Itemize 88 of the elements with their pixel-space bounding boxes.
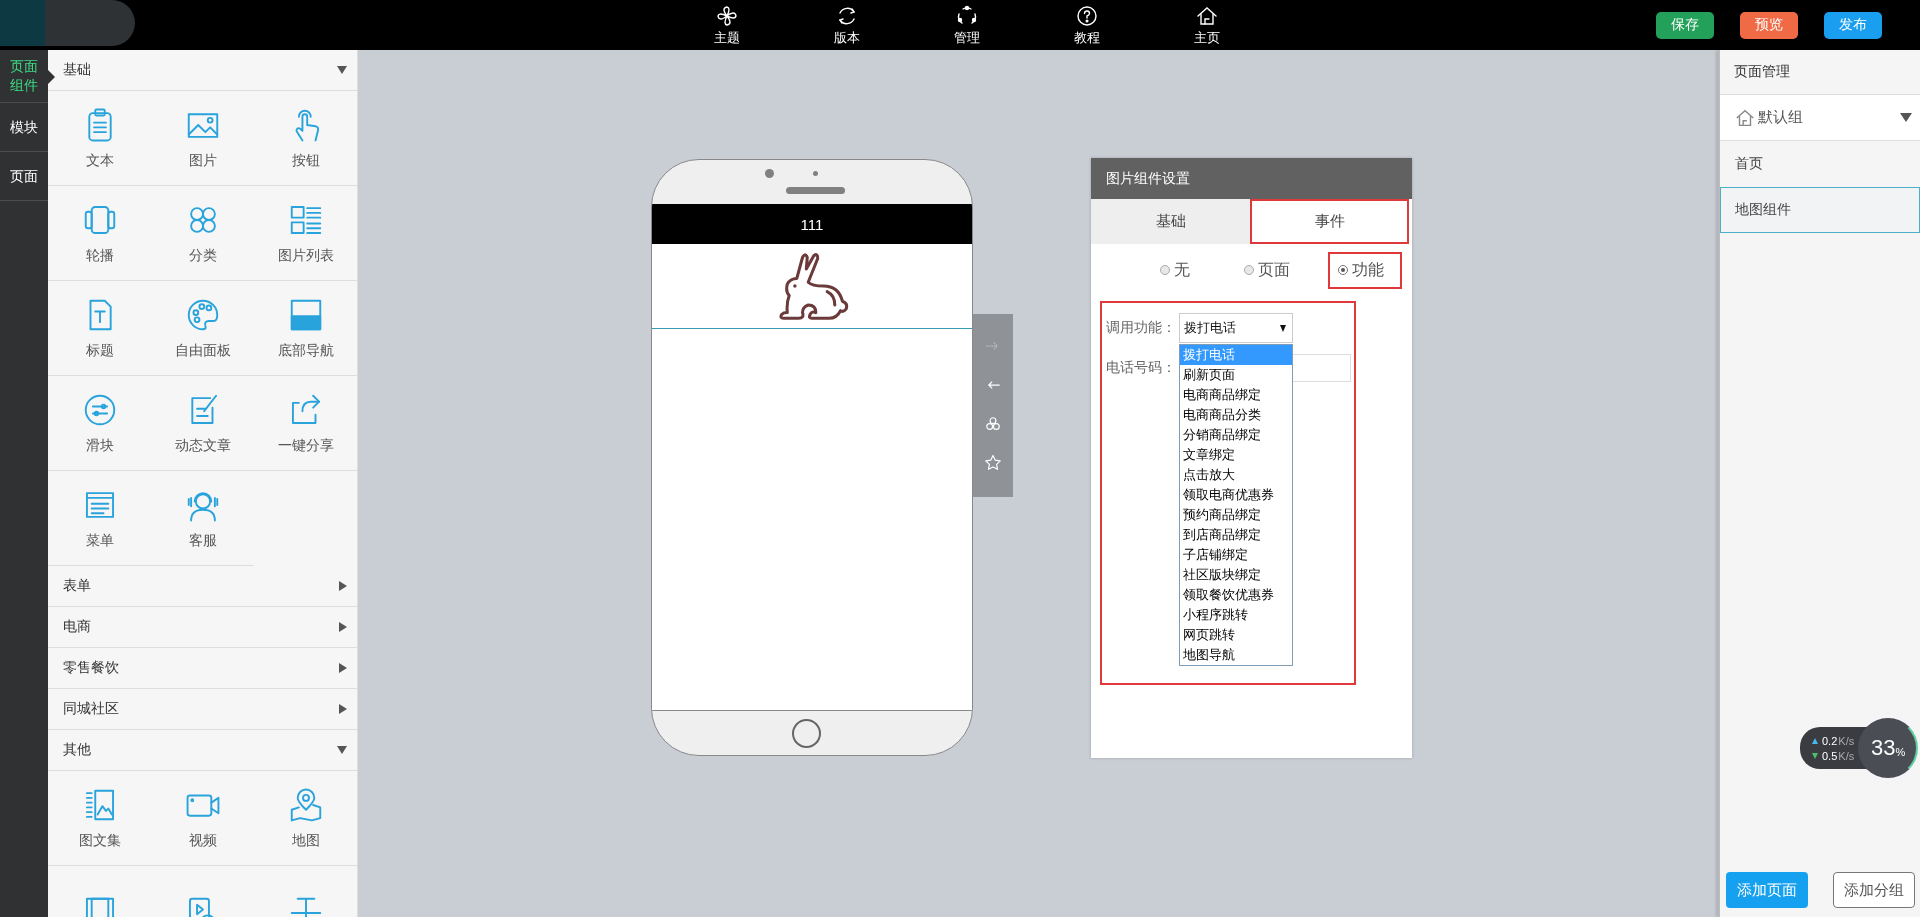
nav-label: 主页: [1194, 29, 1220, 47]
caret-icon: [337, 66, 347, 74]
caret-icon: [1280, 324, 1286, 332]
dropdown-option[interactable]: 刷新页面: [1180, 365, 1292, 385]
speed-unit: K/s: [1838, 734, 1855, 747]
dropdown-option[interactable]: 领取餐饮优惠券: [1180, 585, 1292, 605]
page-item[interactable]: 首页: [1720, 141, 1920, 187]
sensor-dot: [813, 171, 818, 176]
dropdown-option[interactable]: 电商商品分类: [1180, 405, 1292, 425]
page-item[interactable]: 地图组件: [1720, 187, 1920, 233]
pinwheel-icon: [715, 4, 739, 28]
radio-button[interactable]: [1338, 265, 1348, 275]
add-button[interactable]: 添加分组: [1833, 872, 1915, 908]
nav-link[interactable]: 教程: [1027, 0, 1147, 47]
nav-label: 主题: [714, 29, 740, 47]
dropdown-option[interactable]: 网页跳转: [1180, 625, 1292, 645]
component-item[interactable]: 文本: [48, 91, 151, 186]
dropdown-option[interactable]: 地图导航: [1180, 645, 1292, 665]
group-dropdown[interactable]: 默认组: [1720, 95, 1920, 141]
field-label: 调用功能：: [1106, 319, 1177, 337]
component-item[interactable]: 轮播: [48, 186, 151, 281]
help-icon: [1075, 4, 1099, 28]
dropdown-option[interactable]: 文章绑定: [1180, 445, 1292, 465]
nav-label: 版本: [834, 29, 860, 47]
dropdown-option[interactable]: 预约商品绑定: [1180, 505, 1292, 525]
caret-icon: [337, 746, 347, 754]
dropdown-option[interactable]: 子店铺绑定: [1180, 545, 1292, 565]
section-header[interactable]: 电商: [48, 607, 357, 648]
component-item[interactable]: 滑块: [48, 376, 151, 471]
nav-link[interactable]: 版本: [787, 0, 907, 47]
component-item[interactable]: 一键分享: [254, 376, 357, 471]
component-item[interactable]: 按钮: [254, 91, 357, 186]
speed-unit: K/s: [1838, 749, 1855, 762]
dropdown-option[interactable]: 领取电商优惠券: [1180, 485, 1292, 505]
tab[interactable]: 事件: [1250, 199, 1409, 244]
dropdown-option[interactable]: 电商商品绑定: [1180, 385, 1292, 405]
panel-title: 图片组件设置: [1106, 169, 1190, 188]
component-item[interactable]: 菜单: [48, 471, 151, 566]
camera-dot: [765, 169, 774, 178]
component-item[interactable]: 视频: [151, 771, 254, 866]
dropdown-option[interactable]: 到店商品绑定: [1180, 525, 1292, 545]
field-label: 电话号码：: [1106, 359, 1177, 377]
caret-icon: [339, 663, 347, 673]
nav-link[interactable]: 管理: [907, 0, 1027, 47]
caret-icon: [339, 581, 347, 591]
component-item[interactable]: 分类: [151, 186, 254, 281]
radio-button[interactable]: [1160, 265, 1170, 275]
component-item[interactable]: 图文集: [48, 771, 151, 866]
download-speed: 0.5: [1822, 749, 1838, 762]
nav-label: 管理: [954, 29, 980, 47]
component-item[interactable]: 客服: [151, 471, 254, 566]
section-header[interactable]: 其他: [48, 730, 357, 771]
caret-icon: [339, 622, 347, 632]
component-item[interactable]: 图片列表: [254, 186, 357, 281]
upload-speed: 0.2: [1822, 734, 1838, 747]
radio-option[interactable]: 无: [1144, 253, 1206, 287]
section-header[interactable]: 表单: [48, 566, 357, 607]
tab[interactable]: 基础: [1091, 199, 1250, 244]
caret-icon: [1900, 113, 1912, 122]
star-icon[interactable]: [983, 453, 1003, 473]
component-item[interactable]: 图片: [151, 91, 254, 186]
dropdown-option[interactable]: 点击放大: [1180, 465, 1292, 485]
component-item[interactable]: 标题: [48, 281, 151, 376]
section-header[interactable]: 零售餐饮: [48, 648, 357, 689]
radio-option[interactable]: 页面: [1228, 253, 1306, 287]
radio-option[interactable]: 功能: [1328, 251, 1402, 289]
section-header[interactable]: 基础: [48, 50, 357, 91]
nav-link[interactable]: 主页: [1147, 0, 1267, 47]
component-item[interactable]: 底部导航: [254, 281, 357, 376]
function-select[interactable]: 拨打电话: [1179, 313, 1293, 343]
caret-icon: [339, 704, 347, 714]
nav-label: 教程: [1074, 29, 1100, 47]
dropdown-option[interactable]: 分销商品绑定: [1180, 425, 1292, 445]
page-title: 111: [800, 215, 824, 233]
component-item[interactable]: 自由面板: [151, 281, 254, 376]
dropdown-option[interactable]: 小程序跳转: [1180, 605, 1292, 625]
section-header[interactable]: 同城社区: [48, 689, 357, 730]
radio-button[interactable]: [1244, 265, 1254, 275]
component-item[interactable]: 地图: [254, 771, 357, 866]
speaker-slot: [786, 187, 845, 194]
component-item[interactable]: 动态文章: [151, 376, 254, 471]
home-button[interactable]: [792, 718, 821, 748]
upload-arrow-icon: [1812, 737, 1818, 744]
dropdown-option[interactable]: 社区版块绑定: [1180, 565, 1292, 585]
usage-percent: 33: [1871, 735, 1896, 761]
download-arrow-icon: [1812, 752, 1818, 759]
percent-sign: %: [1895, 746, 1906, 758]
nav-link[interactable]: 主题: [667, 0, 787, 47]
